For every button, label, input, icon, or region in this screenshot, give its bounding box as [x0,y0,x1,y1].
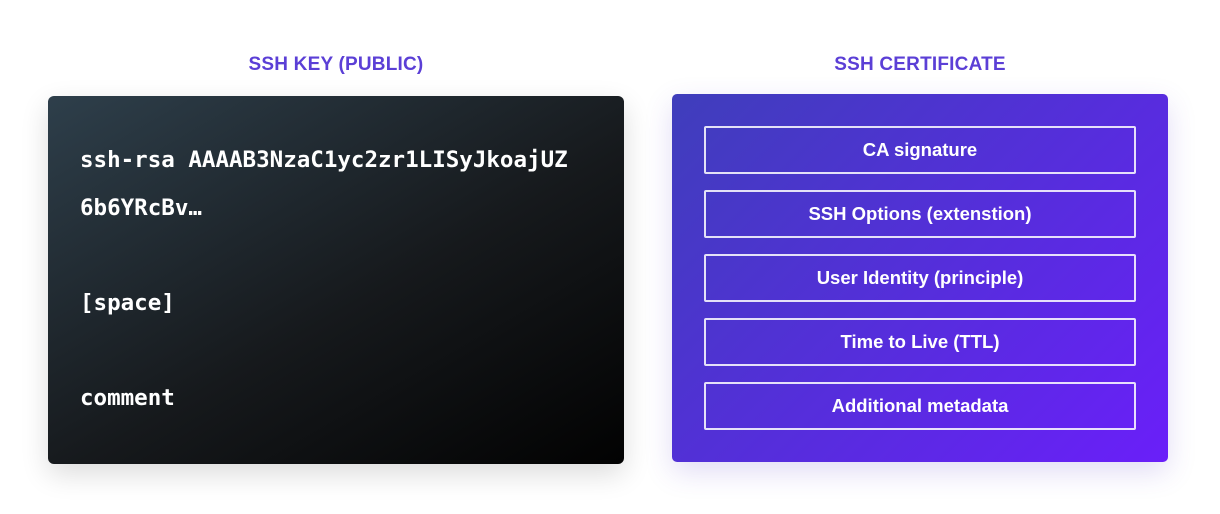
ssh-key-panel: ssh-rsa AAAAB3NzaC1yc2zr1LISyJkoajUZ 6b6… [48,96,624,464]
key-comment-line: comment [80,385,175,411]
key-spacer [80,327,592,374]
cert-field-ca-signature: CA signature [704,126,1136,174]
key-space-separator-line: [space] [80,290,175,316]
cert-field-user-identity: User Identity (principle) [704,254,1136,302]
key-spacer [80,232,592,279]
cert-field-ssh-options: SSH Options (extenstion) [704,190,1136,238]
ssh-certificate-heading: SSH CERTIFICATE [834,54,1006,75]
cert-field-time-to-live: Time to Live (TTL) [704,318,1136,366]
key-type-and-data-line: ssh-rsa AAAAB3NzaC1yc2zr1LISyJkoajUZ [80,147,568,173]
key-data-continuation-line: 6b6YRcBv… [80,195,202,221]
ssh-certificate-panel: CA signature SSH Options (extenstion) Us… [672,94,1168,462]
cert-field-additional-metadata: Additional metadata [704,382,1136,430]
ssh-key-heading: SSH KEY (PUBLIC) [248,54,424,75]
